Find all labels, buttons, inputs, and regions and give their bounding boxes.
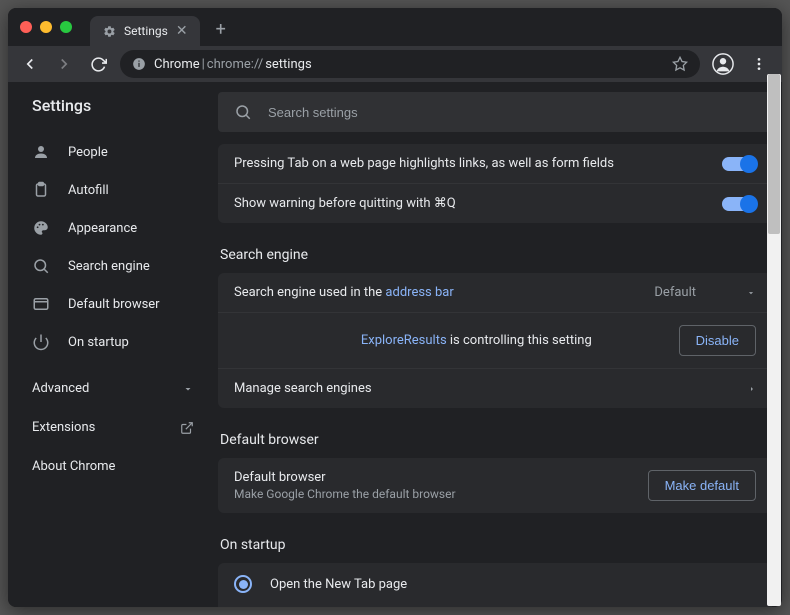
sidebar-item-on-startup[interactable]: On startup xyxy=(8,323,218,361)
row-sublabel: Make Google Chrome the default browser xyxy=(234,487,456,501)
sidebar-advanced-toggle[interactable]: Advanced xyxy=(8,369,218,408)
section-title-on-startup: On startup xyxy=(218,531,772,563)
minimize-window-button[interactable] xyxy=(40,21,52,33)
content-area: Settings People Autofill Appearance Sear… xyxy=(8,82,782,607)
window-controls xyxy=(20,21,72,33)
bookmark-icon[interactable] xyxy=(672,56,688,72)
chevron-down-icon xyxy=(182,383,194,395)
sidebar-item-default-browser[interactable]: Default browser xyxy=(8,285,218,323)
external-link-icon xyxy=(180,421,194,435)
toggle-switch[interactable] xyxy=(722,197,756,211)
radio-button[interactable] xyxy=(234,575,252,593)
sidebar-extensions-link[interactable]: Extensions xyxy=(8,408,218,447)
row-label: Search engine used in the address bar xyxy=(234,285,454,300)
sidebar-item-label: Search engine xyxy=(68,259,150,274)
clipboard-icon xyxy=(32,181,50,199)
default-browser-card: Default browser Make Google Chrome the d… xyxy=(218,458,772,513)
address-bar-link[interactable]: address bar xyxy=(385,285,453,300)
manage-search-engines-row[interactable]: Manage search engines xyxy=(218,369,772,408)
person-icon xyxy=(32,143,50,161)
back-button[interactable] xyxy=(18,52,42,76)
startup-option-row[interactable]: Continue where you left off xyxy=(218,605,772,607)
sidebar-item-people[interactable]: People xyxy=(8,133,218,171)
browser-window: Settings ✕ + Chrome | chrome://settings xyxy=(8,8,782,607)
tab-highlight-row: Pressing Tab on a web page highlights li… xyxy=(218,144,772,184)
quit-warning-row: Show warning before quitting with ⌘Q xyxy=(218,184,772,223)
default-browser-row: Default browser Make Google Chrome the d… xyxy=(218,458,772,513)
power-icon xyxy=(32,333,50,351)
section-title-search-engine: Search engine xyxy=(218,241,772,273)
disable-button[interactable]: Disable xyxy=(679,325,756,356)
radio-label: Open the New Tab page xyxy=(270,577,407,592)
page-title: Settings xyxy=(8,82,218,125)
search-icon xyxy=(234,103,252,121)
browser-icon xyxy=(32,295,50,313)
scrollbar-thumb[interactable] xyxy=(768,74,780,234)
search-icon xyxy=(32,257,50,275)
site-info-icon[interactable] xyxy=(132,57,146,71)
sidebar-item-label: On startup xyxy=(68,335,129,350)
search-engine-used-row: Search engine used in the address bar De… xyxy=(218,273,772,313)
gear-icon xyxy=(102,24,116,38)
reload-button[interactable] xyxy=(86,52,110,76)
main-panel: Pressing Tab on a web page highlights li… xyxy=(218,82,782,607)
palette-icon xyxy=(32,219,50,237)
extension-controlling-row: ExploreResults is controlling this setti… xyxy=(218,313,772,369)
settings-search-input[interactable] xyxy=(268,105,756,120)
sidebar: Settings People Autofill Appearance Sear… xyxy=(8,82,218,607)
sidebar-item-label: People xyxy=(68,145,108,160)
accessibility-card: Pressing Tab on a web page highlights li… xyxy=(218,144,772,223)
sidebar-item-label: Appearance xyxy=(68,221,137,236)
forward-button[interactable] xyxy=(52,52,76,76)
settings-search[interactable] xyxy=(218,92,772,132)
tab-title: Settings xyxy=(124,24,168,38)
chevron-right-icon xyxy=(748,383,756,395)
toolbar: Chrome | chrome://settings xyxy=(8,46,782,82)
row-label: Show warning before quitting with ⌘Q xyxy=(234,196,456,211)
titlebar: Settings ✕ + xyxy=(8,8,782,46)
toggle-switch[interactable] xyxy=(722,157,756,171)
controlling-message: ExploreResults is controlling this setti… xyxy=(274,333,679,348)
row-label: Pressing Tab on a web page highlights li… xyxy=(234,156,614,171)
browser-tab[interactable]: Settings ✕ xyxy=(90,16,200,46)
row-label: Manage search engines xyxy=(234,381,372,396)
on-startup-card: Open the New Tab page Continue where you… xyxy=(218,563,772,607)
new-tab-button[interactable]: + xyxy=(208,15,234,44)
row-label: Default browser xyxy=(234,470,456,485)
sidebar-item-autofill[interactable]: Autofill xyxy=(8,171,218,209)
startup-option-row[interactable]: Open the New Tab page xyxy=(218,563,772,605)
sidebar-item-label: Default browser xyxy=(68,297,160,312)
close-window-button[interactable] xyxy=(20,21,32,33)
address-bar[interactable]: Chrome | chrome://settings xyxy=(120,50,700,78)
sidebar-item-label: Autofill xyxy=(68,183,109,198)
chevron-down-icon xyxy=(746,288,756,298)
sidebar-item-appearance[interactable]: Appearance xyxy=(8,209,218,247)
sidebar-item-search-engine[interactable]: Search engine xyxy=(8,247,218,285)
search-engine-card: Search engine used in the address bar De… xyxy=(218,273,772,408)
close-tab-icon[interactable]: ✕ xyxy=(176,23,188,39)
search-engine-select[interactable]: Default xyxy=(654,285,756,300)
section-title-default-browser: Default browser xyxy=(218,426,772,458)
sidebar-about-link[interactable]: About Chrome xyxy=(8,447,218,486)
url-text: Chrome | chrome://settings xyxy=(154,57,312,72)
profile-button[interactable] xyxy=(710,51,736,77)
maximize-window-button[interactable] xyxy=(60,21,72,33)
make-default-button[interactable]: Make default xyxy=(648,470,756,501)
